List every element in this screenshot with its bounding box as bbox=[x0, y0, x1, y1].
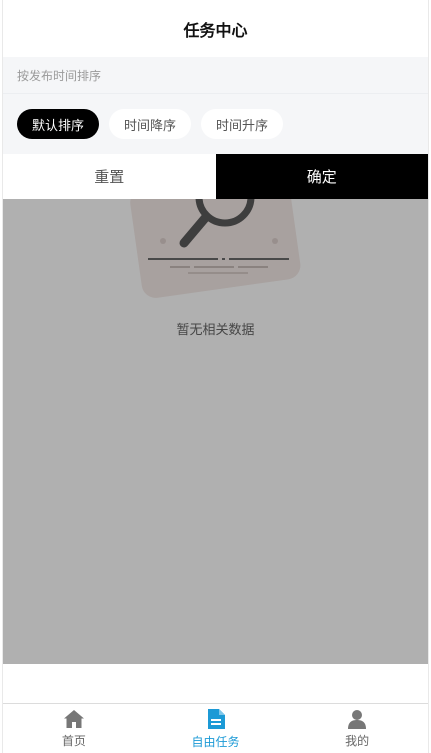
bottom-tab-bar: 首页 自由任务 我的 bbox=[3, 703, 428, 753]
confirm-button[interactable]: 确定 bbox=[215, 154, 428, 199]
sort-options: 默认排序 时间降序 时间升序 bbox=[3, 94, 428, 154]
reset-button[interactable]: 重置 bbox=[3, 154, 216, 199]
document-icon bbox=[206, 708, 226, 730]
dim-overlay[interactable] bbox=[3, 199, 428, 664]
sort-label-bar: 按发布时间排序 bbox=[3, 57, 428, 94]
home-icon bbox=[63, 709, 85, 729]
sort-label: 按发布时间排序 bbox=[17, 68, 102, 83]
page-title: 任务中心 bbox=[183, 20, 248, 40]
tab-mine-label: 我的 bbox=[345, 733, 370, 748]
tab-home[interactable]: 首页 bbox=[3, 704, 145, 753]
person-icon bbox=[347, 709, 367, 729]
app-frame: 任务中心 按发布时间排序 默认排序 时间降序 时间升序 重置 确定 暂无相关数据 bbox=[2, 0, 429, 753]
tab-home-label: 首页 bbox=[61, 733, 86, 748]
sort-option-time-desc[interactable]: 时间降序 bbox=[109, 109, 192, 139]
tab-free-tasks-label: 自由任务 bbox=[191, 734, 240, 749]
filter-action-row: 重置 确定 bbox=[3, 154, 428, 199]
tab-mine[interactable]: 我的 bbox=[286, 704, 428, 753]
sort-option-default[interactable]: 默认排序 bbox=[17, 109, 100, 139]
sort-option-time-asc[interactable]: 时间升序 bbox=[201, 109, 284, 139]
tab-free-tasks[interactable]: 自由任务 bbox=[145, 704, 287, 753]
page-header: 任务中心 bbox=[3, 0, 428, 57]
